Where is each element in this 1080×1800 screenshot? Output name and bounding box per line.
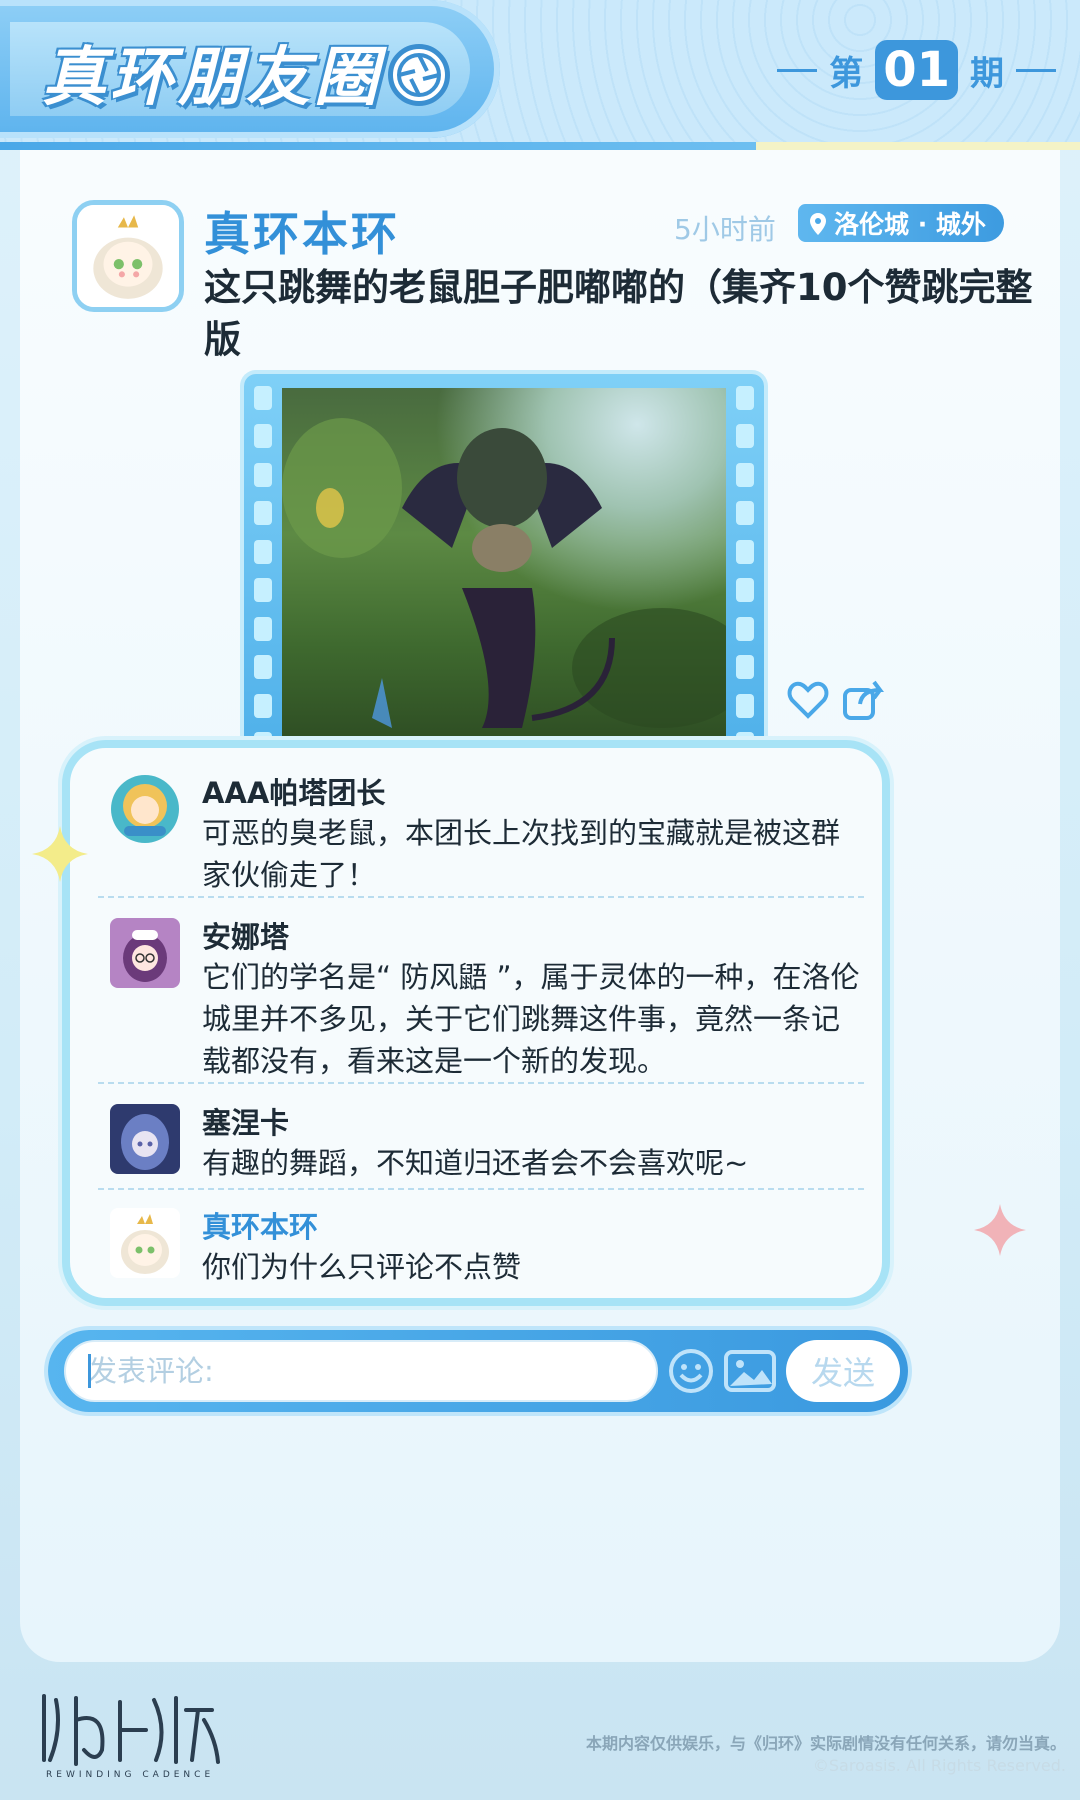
share-icon[interactable]	[842, 678, 886, 722]
decorative-diamond-icon	[970, 1200, 1030, 1264]
video-frame	[282, 388, 726, 754]
commenter-name[interactable]: AAA帕塔团长	[202, 770, 385, 812]
location-pin-icon	[810, 212, 826, 235]
comment-text: 有趣的舞蹈，不知道归还者会不会喜欢呢~	[202, 1146, 749, 1180]
post-location-text: 洛伦城 · 城外	[834, 210, 986, 239]
issue-number: 01	[875, 40, 958, 100]
comment-text: 可恶的臭老鼠，本团长上次找到的宝藏就是被这群家伙偷走了！	[202, 816, 841, 892]
image-icon[interactable]	[724, 1350, 776, 1392]
post-card: 真环本环 5小时前 洛伦城 · 城外 这只跳舞的老鼠胆子肥嘟嘟的（集齐10个赞跳…	[20, 150, 1060, 1662]
comment-divider	[98, 1188, 864, 1190]
logo-subtitle: REWINDING CADENCE	[46, 1770, 215, 1780]
send-button[interactable]: 发送	[786, 1340, 900, 1402]
comment-divider	[98, 896, 864, 898]
comment-input[interactable]	[64, 1340, 658, 1402]
commenter-name[interactable]: 真环本环	[202, 1204, 318, 1246]
app-title: 真环朋友圈	[42, 41, 382, 115]
commenter-avatar[interactable]	[110, 1104, 180, 1174]
camera-shutter-icon	[388, 44, 450, 106]
commenter-avatar[interactable]	[110, 1208, 180, 1278]
like-heart-icon[interactable]	[786, 678, 830, 722]
comment-text: 你们为什么只评论不点赞	[202, 1250, 522, 1284]
commenter-avatar[interactable]	[110, 918, 180, 988]
game-logo	[36, 1690, 226, 1780]
post-video[interactable]	[244, 374, 764, 768]
copyright-text: ©Saroasis. All Rights Reserved.	[812, 1756, 1066, 1775]
comment-divider	[98, 1082, 864, 1084]
commenter-name[interactable]: 安娜塔	[202, 914, 289, 956]
post-time: 5小时前	[674, 213, 776, 246]
comment-text: 它们的学名是“ 防风鼯 ”，属于灵体的一种，在洛伦城里并不多见，关于它们跳舞这件…	[202, 960, 860, 1078]
text-caret	[88, 1354, 91, 1388]
comments-panel: AAA帕塔团长 可恶的臭老鼠，本团长上次找到的宝藏就是被这群家伙偷走了！ 安娜塔…	[62, 740, 890, 1306]
commenter-avatar[interactable]	[110, 774, 180, 844]
post-author-avatar[interactable]	[72, 200, 184, 312]
issue-prefix: 第	[829, 53, 864, 94]
post-location-badge[interactable]: 洛伦城 · 城外	[798, 204, 1004, 242]
issue-suffix: 期	[970, 53, 1004, 94]
comment-composer: 发送	[48, 1330, 908, 1412]
post-author-name[interactable]: 真环本环	[204, 198, 400, 264]
post-text: 这只跳舞的老鼠胆子肥嘟嘟的（集齐10个赞跳完整版	[204, 266, 1033, 361]
emoji-icon[interactable]	[668, 1348, 714, 1394]
decorative-star-icon	[28, 822, 92, 890]
issue-label: 第 01 期	[777, 40, 1056, 100]
disclaimer-text: 本期内容仅供娱乐，与《归环》实际剧情没有任何关系，请勿当真。	[585, 1734, 1066, 1753]
commenter-name[interactable]: 塞涅卡	[202, 1100, 289, 1142]
